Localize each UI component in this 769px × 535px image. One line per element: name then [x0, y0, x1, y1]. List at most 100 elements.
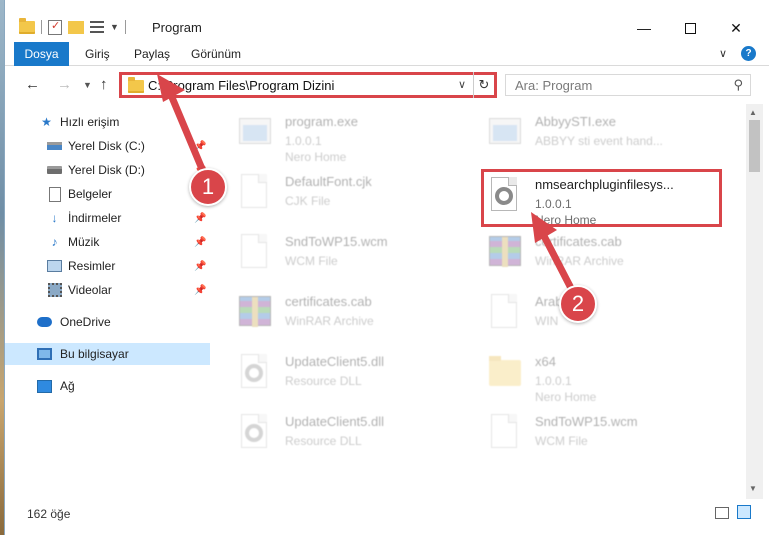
videos-icon: [47, 283, 62, 298]
sidebar-item-label: Bu bilgisayar: [60, 347, 129, 361]
chevron-down-icon[interactable]: ∨: [458, 78, 466, 91]
folder-icon: [487, 354, 523, 396]
scroll-down-icon[interactable]: ▼: [749, 484, 757, 493]
drive-icon: [47, 139, 62, 154]
recent-locations-button[interactable]: ▼: [83, 80, 92, 90]
minimize-button[interactable]: —: [621, 14, 667, 42]
computer-icon: [37, 347, 52, 362]
file-type: ABBYY sti event hand...: [535, 134, 663, 148]
file-item[interactable]: AbbyySTI.exe ABBYY sti event hand...: [481, 106, 719, 164]
search-input[interactable]: Ara: Program ⚲: [505, 74, 751, 96]
tab-home[interactable]: Giriş: [85, 47, 110, 61]
back-button[interactable]: ←: [25, 76, 40, 93]
address-bar[interactable]: C:\Program Files\Program Dizini ∨ ↻: [119, 72, 497, 98]
properties-icon[interactable]: [48, 19, 62, 35]
item-count: 162 öğe: [27, 507, 71, 521]
forward-button[interactable]: →: [57, 76, 72, 93]
sidebar-item-documents[interactable]: Belgeler 📌: [5, 183, 210, 205]
sidebar-item-downloads[interactable]: ↓ İndirmeler 📌: [5, 207, 210, 229]
file-icon: [487, 294, 523, 336]
pin-icon[interactable]: 📌: [194, 237, 206, 248]
file-item[interactable]: x64 1.0.0.1 Nero Home: [481, 346, 719, 404]
maximize-button[interactable]: [667, 14, 713, 42]
file-item[interactable]: certificates.cab WinRAR Archive: [481, 226, 719, 284]
file-item[interactable]: UpdateClient5.dll Resource DLL: [231, 406, 469, 464]
vertical-scrollbar[interactable]: ▲ ▼: [746, 104, 763, 499]
folder-icon: [19, 17, 35, 34]
pin-icon[interactable]: 📌: [194, 213, 206, 224]
refresh-button[interactable]: ↻: [473, 72, 494, 98]
step-badge-1: 1: [189, 168, 227, 206]
address-path[interactable]: C:\Program Files\Program Dizini: [148, 78, 334, 93]
file-icon: [237, 234, 273, 276]
sidebar-item-label: Hızlı erişim: [60, 115, 120, 129]
sidebar-item-music[interactable]: ♪ Müzik 📌: [5, 231, 210, 253]
file-item[interactable]: Arab WIN: [481, 286, 719, 344]
title-bar: ▼ Program — ✕: [5, 0, 769, 42]
scrollbar-thumb[interactable]: [749, 120, 760, 172]
pin-icon[interactable]: 📌: [194, 141, 206, 152]
sidebar-item-network[interactable]: Ağ: [5, 375, 210, 397]
tab-file[interactable]: Dosya: [14, 42, 69, 66]
gear-file-icon: [237, 414, 273, 456]
step-badge-2: 2: [559, 285, 597, 323]
sidebar-item-local-disk-d[interactable]: Yerel Disk (D:) 📌: [5, 159, 210, 181]
scroll-up-icon[interactable]: ▲: [749, 108, 757, 117]
file-item[interactable]: certificates.cab WinRAR Archive: [231, 286, 469, 344]
file-item[interactable]: SndToWP15.wcm WCM File: [231, 226, 469, 284]
file-name: DefaultFont.cjk: [285, 174, 372, 189]
file-item[interactable]: DefaultFont.cjk CJK File: [231, 166, 469, 224]
search-placeholder: Ara: Program: [515, 78, 593, 93]
up-button[interactable]: ↑: [100, 76, 108, 93]
exe-icon: [487, 114, 523, 156]
pin-icon[interactable]: 📌: [194, 261, 206, 272]
file-type: Resource DLL: [285, 434, 362, 448]
maximize-icon: [684, 22, 696, 34]
tab-share[interactable]: Paylaş: [134, 47, 170, 61]
help-icon[interactable]: ?: [741, 46, 756, 61]
tab-view[interactable]: Görünüm: [191, 47, 241, 61]
sidebar-item-label: Müzik: [68, 235, 100, 249]
chevron-down-icon[interactable]: ▼: [110, 22, 119, 32]
sidebar-item-label: OneDrive: [60, 315, 111, 329]
sidebar-item-this-pc[interactable]: Bu bilgisayar: [5, 343, 210, 365]
file-item[interactable]: UpdateClient5.dll Resource DLL: [231, 346, 469, 404]
sidebar-item-onedrive[interactable]: OneDrive: [5, 311, 210, 333]
sidebar-item-local-disk-c[interactable]: Yerel Disk (C:) 📌: [5, 135, 210, 157]
drive-icon: [47, 163, 62, 178]
documents-icon: [47, 186, 62, 202]
downloads-icon: ↓: [51, 211, 58, 225]
star-icon: ★: [41, 115, 52, 129]
music-icon: ♪: [51, 235, 58, 249]
file-item[interactable]: program.exe 1.0.0.1 Nero Home: [231, 106, 469, 164]
sidebar-item-videos[interactable]: Videolar 📌: [5, 279, 210, 301]
sidebar-item-pictures[interactable]: Resimler 📌: [5, 255, 210, 277]
toolbar-divider: [41, 20, 42, 34]
expand-ribbon-icon[interactable]: ∨: [719, 47, 727, 60]
details-view-icon[interactable]: [715, 507, 729, 519]
file-type: WCM File: [535, 434, 588, 448]
window-title: Program: [152, 20, 202, 35]
navigation-pane: ★ Hızlı erişim Yerel Disk (C:) 📌 Yerel D…: [5, 104, 210, 499]
large-icons-view-icon[interactable]: [737, 505, 751, 519]
sidebar-item-label: Resimler: [68, 259, 116, 273]
toolbar-divider: [124, 20, 126, 34]
customize-toolbar-icon[interactable]: [90, 21, 104, 33]
file-item[interactable]: SndToWP15.wcm WCM File: [481, 406, 719, 464]
sidebar-item-label: Belgeler: [68, 187, 113, 201]
sidebar-item-quick-access[interactable]: ★ Hızlı erişim: [5, 111, 210, 133]
file-version: 1.0.0.1: [535, 374, 572, 388]
new-folder-icon[interactable]: [68, 20, 84, 34]
pin-icon[interactable]: 📌: [194, 285, 206, 296]
file-icon: [487, 414, 523, 456]
file-name: program.exe: [285, 114, 358, 129]
pictures-icon: [47, 259, 62, 274]
file-name: UpdateClient5.dll: [285, 354, 385, 369]
ribbon-controls: ∨ ?: [719, 46, 756, 61]
search-icon[interactable]: ⚲: [733, 77, 743, 93]
close-button[interactable]: ✕: [713, 14, 759, 42]
rar-icon: [487, 234, 523, 276]
rar-icon: [237, 294, 273, 336]
file-icon: [237, 174, 273, 216]
gear-file-icon: [237, 354, 273, 396]
